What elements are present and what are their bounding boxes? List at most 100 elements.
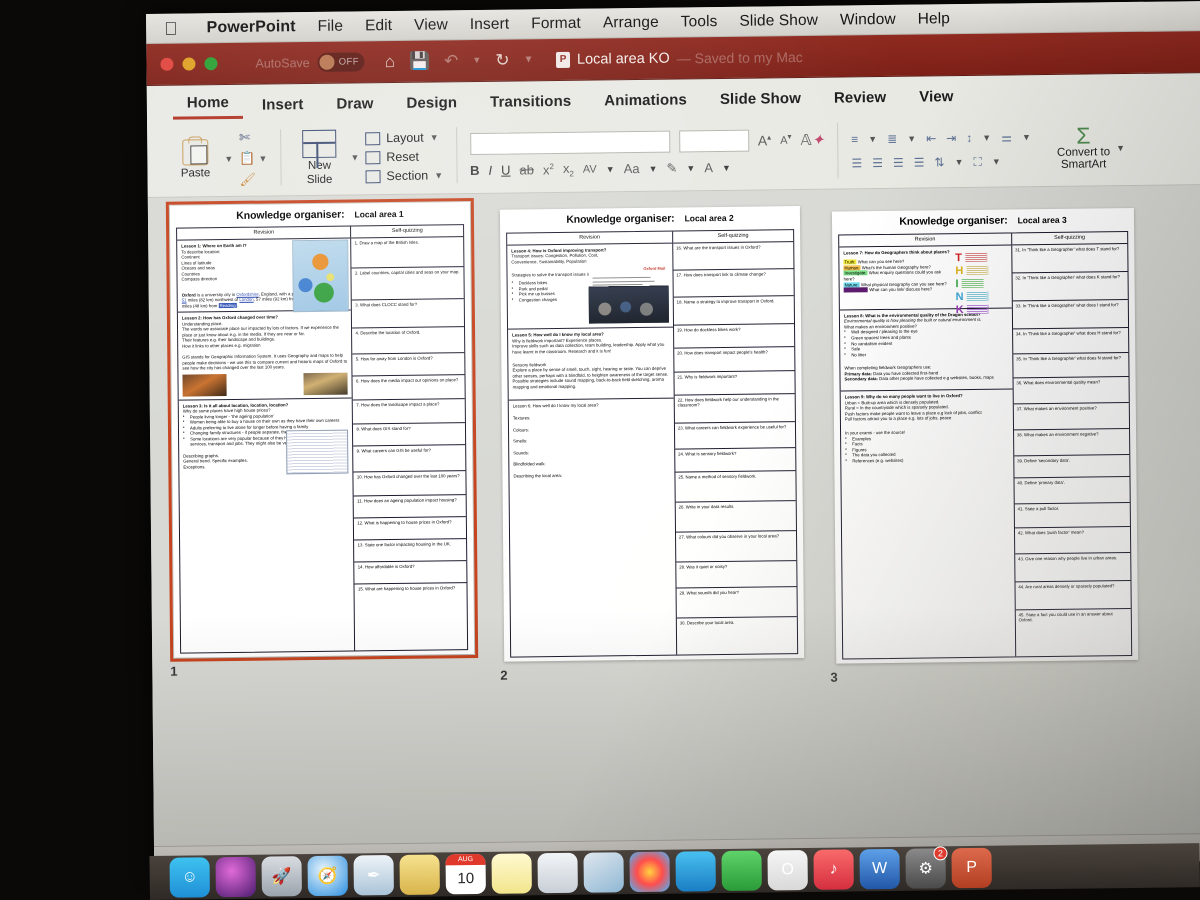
text-direction-dropdown-icon[interactable]: ▼ — [955, 157, 964, 167]
align-text-dropdown-icon[interactable]: ▼ — [992, 157, 1001, 167]
text-direction-icon[interactable]: ⇅ — [934, 155, 944, 169]
justify-icon[interactable]: ☰ — [914, 156, 925, 170]
convert-to-smartart-button[interactable]: Σ Convert to SmartArt — [1057, 122, 1110, 172]
align-text-icon[interactable]: ⛶ — [973, 154, 982, 169]
photos-icon[interactable] — [629, 851, 670, 893]
paste-dropdown-icon[interactable]: ▼ — [224, 154, 233, 164]
reset-button[interactable]: Reset — [365, 149, 443, 164]
underline-button[interactable]: U — [501, 163, 511, 178]
layout-dropdown-icon[interactable]: ▼ — [430, 132, 439, 142]
smartart-dropdown-icon[interactable]: ▼ — [1116, 143, 1125, 153]
align-left-icon[interactable]: ☰ — [851, 156, 862, 170]
home-icon[interactable]: ⌂ — [385, 52, 395, 71]
apple-icon[interactable]:  — [164, 18, 178, 38]
menu-item-insert[interactable]: Insert — [459, 15, 521, 34]
menu-item-tools[interactable]: Tools — [670, 12, 729, 31]
tab-slide-show[interactable]: Slide Show — [706, 88, 815, 113]
bullets-icon[interactable]: ≡ — [851, 132, 858, 146]
more-icon[interactable]: ▼ — [523, 54, 533, 65]
word-icon[interactable]: W — [859, 848, 900, 890]
font-color-button[interactable]: A — [704, 160, 713, 175]
superscript-button[interactable]: x2 — [543, 162, 554, 177]
align-center-icon[interactable]: ☰ — [872, 156, 883, 170]
menu-item-edit[interactable]: Edit — [354, 16, 403, 35]
clear-formatting-icon[interactable]: 𝔸✦ — [800, 130, 824, 148]
settings-icon[interactable]: ⚙ 2 — [905, 846, 948, 889]
section-dropdown-icon[interactable]: ▼ — [434, 170, 443, 180]
slide-canvas[interactable]: Knowledge organiser: Local area 1 Revisi… — [147, 185, 1200, 846]
font-color-dropdown-icon[interactable]: ▼ — [722, 162, 731, 172]
change-case-dropdown-icon[interactable]: ▼ — [649, 163, 658, 173]
slide-3[interactable]: Knowledge organiser: Local area 3 Revisi… — [831, 207, 1139, 664]
minimize-button[interactable] — [182, 57, 196, 71]
preview-icon[interactable]: ✒ — [353, 855, 394, 896]
reminders-icon[interactable] — [491, 853, 532, 894]
autosave-toggle[interactable]: AutoSave OFF — [255, 52, 365, 72]
menu-item-window[interactable]: Window — [829, 10, 907, 29]
maximize-button[interactable] — [204, 57, 218, 71]
columns-dropdown-icon[interactable]: ▼ — [1022, 132, 1031, 142]
section-button[interactable]: Section ▼ — [365, 168, 443, 183]
grow-font-button[interactable]: A▴ — [758, 132, 772, 148]
font-family-input[interactable] — [469, 130, 670, 155]
increase-indent-icon[interactable]: ⇥ — [946, 131, 956, 145]
numbering-icon[interactable]: ≣ — [887, 131, 897, 145]
safari-icon[interactable]: 🧭 — [307, 855, 348, 897]
tab-view[interactable]: View — [905, 86, 968, 111]
contacts-icon[interactable] — [537, 852, 578, 894]
tab-animations[interactable]: Animations — [590, 89, 701, 114]
window-controls[interactable] — [146, 57, 218, 71]
close-button[interactable] — [160, 57, 174, 71]
italic-button[interactable]: I — [488, 163, 492, 178]
menu-item-view[interactable]: View — [403, 16, 459, 35]
align-right-icon[interactable]: ☰ — [893, 156, 904, 170]
save-icon[interactable]: 💾 — [409, 52, 430, 71]
strikethrough-button[interactable]: ab — [519, 162, 534, 177]
undo-icon[interactable]: ↶ — [444, 51, 458, 70]
tab-review[interactable]: Review — [820, 87, 901, 112]
document-name[interactable]: Local area KO — [577, 50, 670, 67]
format-painter-button[interactable]: 🖌 — [239, 172, 267, 188]
menu-item-powerpoint[interactable]: PowerPoint — [196, 18, 307, 37]
siri-icon[interactable] — [215, 856, 256, 898]
music-icon[interactable]: ♪ — [813, 849, 854, 890]
font-size-input[interactable] — [678, 129, 749, 153]
numbering-dropdown-icon[interactable]: ▼ — [907, 133, 916, 143]
tab-design[interactable]: Design — [392, 92, 471, 117]
powerpoint-icon[interactable]: P — [951, 847, 992, 889]
paste-button[interactable]: Paste — [172, 139, 218, 180]
tab-transitions[interactable]: Transitions — [476, 91, 585, 116]
tab-home[interactable]: Home — [172, 91, 244, 120]
subscript-button[interactable]: x2 — [563, 160, 574, 179]
highlight-dropdown-icon[interactable]: ▼ — [686, 163, 695, 173]
tab-insert[interactable]: Insert — [248, 94, 318, 119]
launchpad-icon[interactable]: 🚀 — [261, 856, 302, 897]
bold-button[interactable]: B — [470, 163, 480, 178]
char-spacing-dropdown-icon[interactable]: ▼ — [606, 164, 615, 174]
new-slide-dropdown-icon[interactable]: ▼ — [350, 152, 359, 162]
slide-1[interactable]: Knowledge organiser: Local area 1 Revisi… — [165, 198, 479, 662]
calendar-icon[interactable]: AUG 10 — [445, 853, 486, 895]
decrease-indent-icon[interactable]: ⇤ — [926, 131, 936, 145]
change-case-button[interactable]: Aa — [624, 161, 640, 176]
slide-2[interactable]: Knowledge organiser: Local area 2 Revisi… — [499, 206, 805, 662]
maps-icon[interactable] — [583, 852, 624, 893]
character-spacing-button[interactable]: AV — [583, 163, 597, 175]
shrink-font-button[interactable]: A▾ — [780, 132, 791, 147]
undo-dropdown-icon[interactable]: ▼ — [472, 55, 481, 65]
new-slide-button[interactable]: New Slide — [294, 129, 345, 187]
autosave-switch[interactable]: OFF — [317, 52, 365, 72]
text-highlight-icon[interactable]: ✎ — [666, 160, 677, 176]
messages-icon[interactable] — [675, 851, 716, 892]
line-spacing-dropdown-icon[interactable]: ▼ — [982, 132, 991, 142]
notes-icon[interactable] — [399, 854, 440, 895]
opera-icon[interactable]: O — [767, 849, 808, 891]
menu-item-format[interactable]: Format — [520, 14, 592, 33]
tab-draw[interactable]: Draw — [322, 93, 387, 118]
finder-icon[interactable]: ☺ — [169, 857, 210, 898]
menu-item-file[interactable]: File — [307, 17, 355, 36]
menu-item-help[interactable]: Help — [907, 10, 961, 29]
bullets-dropdown-icon[interactable]: ▼ — [868, 134, 877, 144]
line-spacing-icon[interactable]: ↕ — [966, 130, 972, 144]
layout-button[interactable]: Layout ▼ — [365, 130, 443, 145]
